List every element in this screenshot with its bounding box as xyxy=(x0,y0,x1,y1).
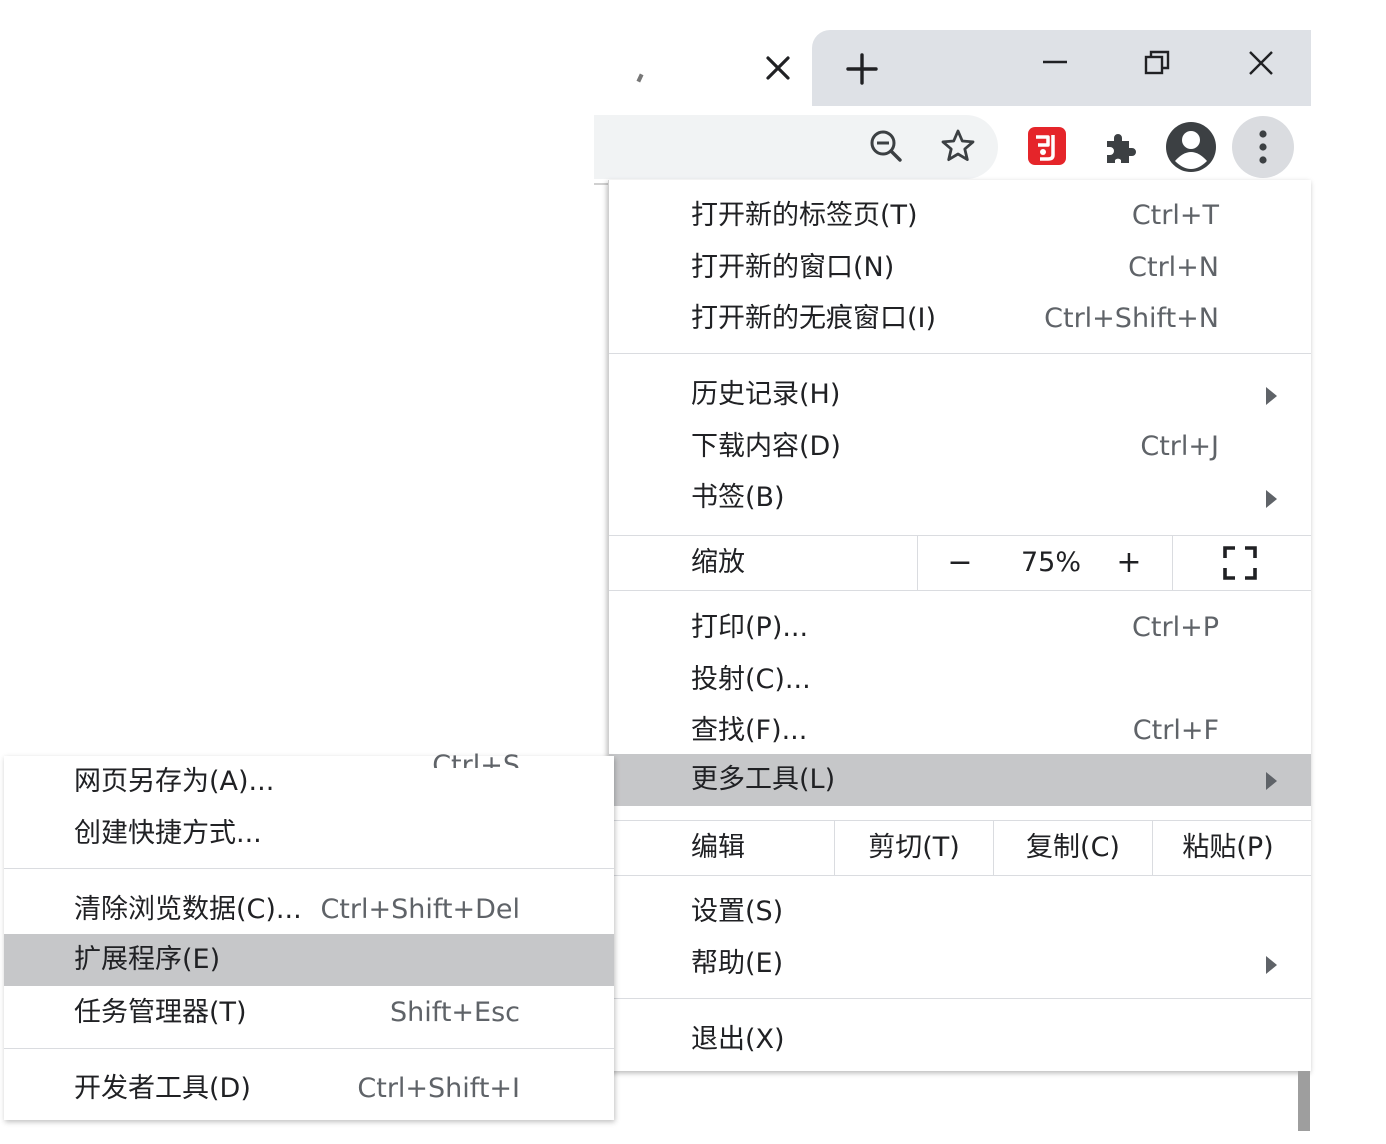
main-menu: 打开新的标签页(T) Ctrl+T 打开新的窗口(N) Ctrl+N 打开新的无… xyxy=(608,180,1311,1071)
zoom-out-icon[interactable] xyxy=(866,126,906,166)
zoom-divider xyxy=(1172,536,1173,590)
menu-zoom-row: 缩放 − 75% + xyxy=(609,536,1311,590)
menu-item-cast[interactable]: 投射(C)... xyxy=(609,654,1311,706)
avatar-icon[interactable] xyxy=(1165,121,1217,173)
menu-item-exit[interactable]: 退出(X) xyxy=(609,1014,1311,1066)
menu-item-shortcut: Ctrl+F xyxy=(1132,715,1219,746)
zoom-value: 75% xyxy=(1020,547,1081,578)
cut-button[interactable]: 剪切(T) xyxy=(835,821,993,875)
menu-item-label: 退出(X) xyxy=(691,1024,785,1055)
menu-item-help[interactable]: 帮助(E) xyxy=(609,938,1311,990)
menu-item-label: 设置(S) xyxy=(691,896,784,927)
window-edge xyxy=(1298,1071,1310,1131)
menu-item-label: 查找(F)... xyxy=(691,715,808,746)
menu-item-bookmarks[interactable]: 书签(B) xyxy=(609,472,1311,524)
menu-item-label: 更多工具(L) xyxy=(691,764,836,795)
submenu-item-extensions[interactable]: 扩展程序(E) xyxy=(4,934,614,986)
menu-item-label: 打印(P)... xyxy=(691,612,809,643)
menu-divider xyxy=(4,1048,614,1049)
plus-icon[interactable] xyxy=(842,49,882,89)
more-tools-submenu: 网页另存为(A)... Ctrl+S 创建快捷方式... 清除浏览数据(C)..… xyxy=(4,750,614,1120)
menu-item-shortcut: Ctrl+Shift+I xyxy=(357,1073,520,1104)
submenu-item-save-page[interactable]: 网页另存为(A)... Ctrl+S xyxy=(4,750,614,808)
menu-divider xyxy=(609,998,1311,999)
menu-item-label: 开发者工具(D) xyxy=(74,1073,251,1104)
zoom-out-button[interactable]: − xyxy=(929,536,991,590)
menu-item-history[interactable]: 历史记录(H) xyxy=(609,369,1311,421)
paste-button[interactable]: 粘贴(P) xyxy=(1153,821,1303,875)
page-edge xyxy=(594,183,608,201)
menu-item-label: 网页另存为(A)... xyxy=(74,766,275,797)
menu-divider xyxy=(609,590,1311,591)
edit-label: 编辑 xyxy=(691,832,745,863)
submenu-item-create-shortcut[interactable]: 创建快捷方式... xyxy=(4,808,614,860)
menu-item-shortcut: Ctrl+Shift+N xyxy=(1044,303,1219,334)
menu-item-settings[interactable]: 设置(S) xyxy=(609,886,1311,938)
menu-item-label: 下载内容(D) xyxy=(691,431,841,462)
tab-close-icon[interactable] xyxy=(760,50,796,86)
menu-item-more-tools[interactable]: 更多工具(L) xyxy=(609,754,1311,806)
submenu-arrow-icon xyxy=(1266,387,1277,405)
menu-item-shortcut: Ctrl+T xyxy=(1131,200,1219,231)
menu-divider xyxy=(609,875,1311,876)
menu-item-label: 创建快捷方式... xyxy=(74,818,262,849)
zoom-label: 缩放 xyxy=(691,547,745,578)
red-extension-icon[interactable] xyxy=(1026,125,1068,167)
menu-item-shortcut: Ctrl+S xyxy=(432,750,520,768)
menu-item-label: 书签(B) xyxy=(691,482,785,513)
menu-item-find[interactable]: 查找(F)... Ctrl+F xyxy=(609,705,1311,757)
menu-item-shortcut: Ctrl+Shift+Del xyxy=(320,894,520,925)
kebab-menu-icon[interactable] xyxy=(1232,116,1294,178)
zoom-in-button[interactable]: + xyxy=(1099,536,1159,590)
menu-item-label: 任务管理器(T) xyxy=(74,997,247,1028)
zoom-divider xyxy=(917,536,918,590)
menu-divider xyxy=(4,868,614,869)
menu-item-print[interactable]: 打印(P)... Ctrl+P xyxy=(609,602,1311,654)
menu-item-shortcut: Ctrl+N xyxy=(1128,252,1219,283)
menu-item-label: 打开新的窗口(N) xyxy=(691,252,895,283)
menu-item-label: 打开新的无痕窗口(I) xyxy=(691,303,937,334)
menu-item-label: 投射(C)... xyxy=(691,664,811,695)
menu-edit-row: 编辑 剪切(T) 复制(C) 粘贴(P) xyxy=(609,821,1311,875)
menu-item-shortcut: Ctrl+J xyxy=(1140,431,1219,462)
menu-item-label: 扩展程序(E) xyxy=(74,944,221,975)
tab-edge xyxy=(636,73,644,83)
submenu-arrow-icon xyxy=(1266,490,1277,508)
menu-item-new-incognito[interactable]: 打开新的无痕窗口(I) Ctrl+Shift+N xyxy=(609,293,1311,345)
submenu-item-devtools[interactable]: 开发者工具(D) Ctrl+Shift+I xyxy=(4,1063,614,1115)
star-icon[interactable] xyxy=(938,126,978,166)
window-close-icon[interactable] xyxy=(1243,45,1279,81)
menu-divider xyxy=(609,353,1311,354)
submenu-item-clear-data[interactable]: 清除浏览数据(C)... Ctrl+Shift+Del xyxy=(4,884,614,936)
puzzle-icon[interactable] xyxy=(1100,127,1140,167)
menu-item-shortcut: Shift+Esc xyxy=(390,997,520,1028)
submenu-arrow-icon xyxy=(1266,956,1277,974)
menu-item-label: 打开新的标签页(T) xyxy=(691,200,918,231)
submenu-item-task-manager[interactable]: 任务管理器(T) Shift+Esc xyxy=(4,987,614,1039)
menu-item-label: 清除浏览数据(C)... xyxy=(74,894,302,925)
fullscreen-icon[interactable] xyxy=(1223,546,1257,580)
menu-item-new-tab[interactable]: 打开新的标签页(T) Ctrl+T xyxy=(609,190,1311,242)
restore-icon[interactable] xyxy=(1140,46,1174,80)
menu-item-shortcut: Ctrl+P xyxy=(1132,612,1219,643)
menu-item-label: 帮助(E) xyxy=(691,948,784,979)
menu-item-new-window[interactable]: 打开新的窗口(N) Ctrl+N xyxy=(609,242,1311,294)
copy-button[interactable]: 复制(C) xyxy=(994,821,1152,875)
submenu-arrow-icon xyxy=(1266,772,1277,790)
menu-item-downloads[interactable]: 下载内容(D) Ctrl+J xyxy=(609,421,1311,473)
minimize-icon[interactable] xyxy=(1040,44,1070,80)
menu-item-label: 历史记录(H) xyxy=(691,379,841,410)
